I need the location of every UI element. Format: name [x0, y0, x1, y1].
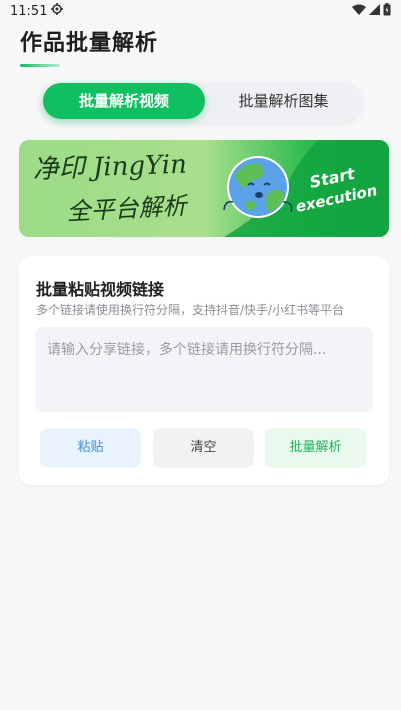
battery-icon: [383, 2, 391, 20]
settings-icon: [51, 3, 64, 19]
tab-bar: 批量解析视频 批量解析图集: [40, 82, 362, 122]
banner-subtitle: 全平台解析: [66, 192, 190, 226]
clear-button[interactable]: 清空: [153, 428, 254, 468]
tab-batch-gallery[interactable]: 批量解析图集: [206, 83, 361, 119]
status-time: 11:51: [10, 3, 48, 19]
tab-batch-video[interactable]: 批量解析视频: [43, 83, 205, 119]
card-subtitle: 多个链接请使用换行符分隔，支持抖音/快手/小红书等平台: [36, 303, 345, 317]
batch-parse-button[interactable]: 批量解析: [265, 428, 366, 468]
card-title: 批量粘贴视频链接: [36, 280, 165, 299]
batch-paste-card: 批量粘贴视频链接 多个链接请使用换行符分隔，支持抖音/快手/小红书等平台 粘贴 …: [19, 256, 389, 485]
page-title: 作品批量解析: [20, 31, 159, 56]
links-input[interactable]: [35, 327, 373, 412]
wifi-icon: [352, 4, 366, 19]
promo-banner[interactable]: 净印 JingYin 全平台解析 Start execution: [19, 140, 389, 237]
title-underline: [20, 64, 60, 67]
signal-icon: [369, 3, 380, 19]
banner-title: 净印 JingYin: [32, 150, 187, 185]
status-left: 11:51: [10, 3, 64, 19]
paste-button[interactable]: 粘贴: [40, 428, 141, 468]
status-right: [352, 2, 391, 20]
status-bar: 11:51: [0, 0, 401, 22]
